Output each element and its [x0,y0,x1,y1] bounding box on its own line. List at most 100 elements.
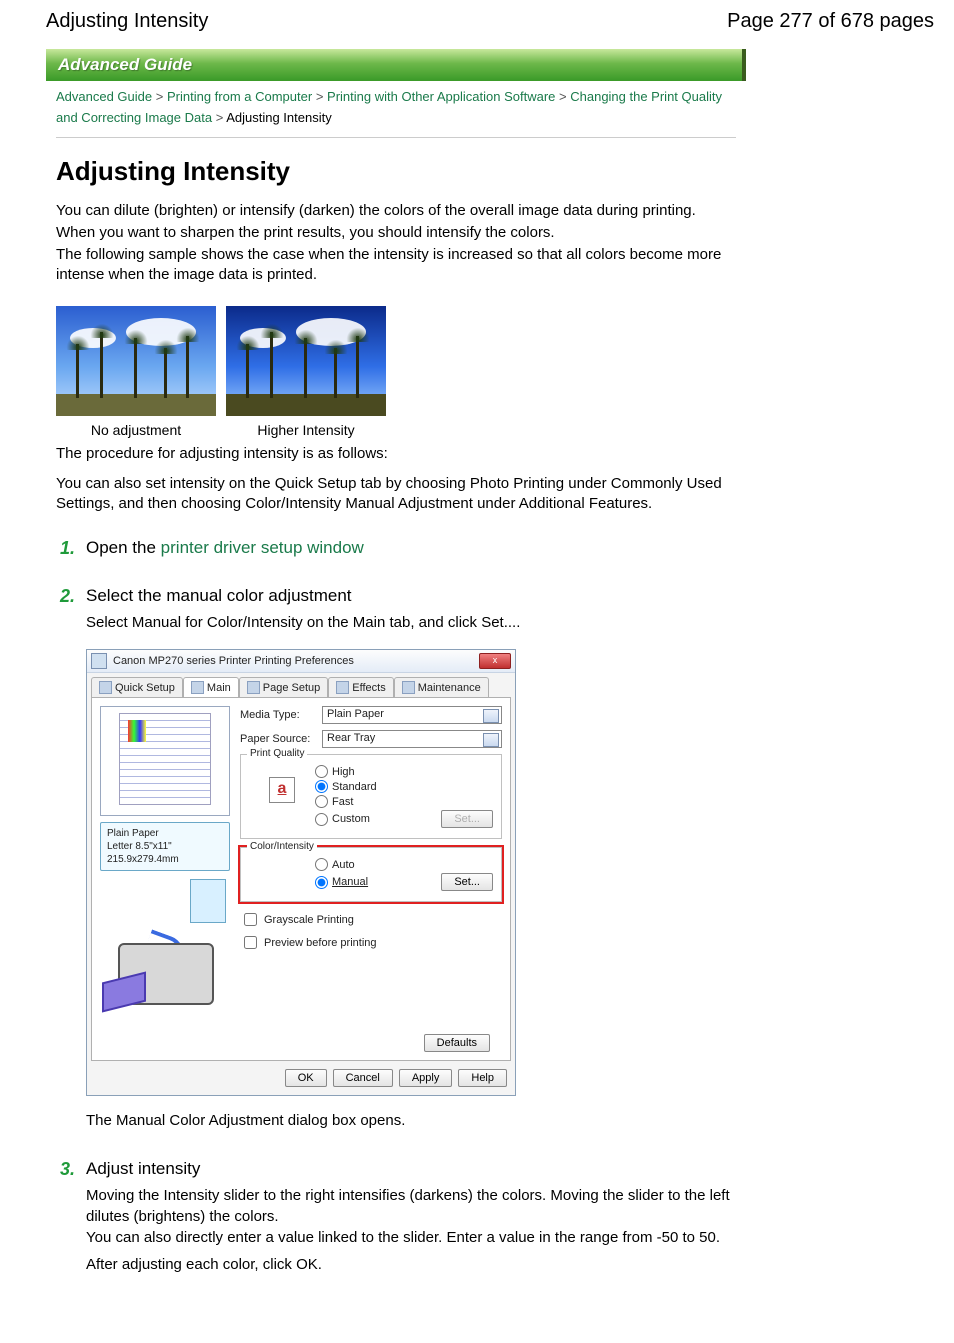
crumb-advanced-guide[interactable]: Advanced Guide [56,89,152,104]
page-title: Adjusting Intensity [56,156,736,187]
intro-p3: The following sample shows the case when… [56,245,736,286]
radio-label: Fast [332,796,353,808]
tab-maintenance[interactable]: Maintenance [394,677,489,697]
sample-images-row: No adjustment Higher Intensity [56,306,736,438]
close-button[interactable]: x [479,653,511,669]
printer-illustration [100,929,230,1019]
crumb-printing-computer[interactable]: Printing from a Computer [167,89,312,104]
divider [56,137,736,138]
paper-source-label: Paper Source: [240,733,316,745]
banner-advanced-guide: Advanced Guide [46,49,746,81]
sample-image-original [56,306,216,416]
quality-standard-radio[interactable] [315,780,328,793]
color-intensity-group: Color/Intensity Auto Manual Set... [240,847,502,902]
combo-value: Rear Tray [327,732,375,744]
dialog-title: Canon MP270 series Printer Printing Pref… [113,655,479,667]
sample-caption-2: Higher Intensity [226,422,386,438]
tab-label: Page Setup [263,682,321,694]
radio-label: Custom [332,813,370,825]
group-title: Print Quality [247,748,307,759]
quality-sample-icon: a [269,777,295,803]
info-size: Letter 8.5"x11" 215.9x279.4mm [107,840,223,866]
radio-label: High [332,766,355,778]
tab-label: Quick Setup [115,682,175,694]
tab-page-setup[interactable]: Page Setup [239,677,329,697]
radio-label: Auto [332,859,355,871]
chevron-down-icon [489,714,495,718]
step-number-3: 3. [60,1159,75,1180]
crumb-sep: > [559,89,567,104]
doc-title: Adjusting Intensity [46,10,208,33]
ok-button[interactable]: OK [285,1069,327,1087]
crumb-current: Adjusting Intensity [226,110,332,125]
main-icon [191,681,204,694]
step2-body: Select Manual for Color/Intensity on the… [86,612,736,633]
preview-checkbox[interactable] [244,936,257,949]
cancel-button[interactable]: Cancel [333,1069,393,1087]
intro-p1: You can dilute (brighten) or intensify (… [56,201,736,221]
step3-head: Adjust intensity [86,1159,736,1179]
crumb-sep: > [316,89,324,104]
tab-label: Effects [352,682,385,694]
step2-head: Select the manual color adjustment [86,586,736,606]
tab-quick-setup[interactable]: Quick Setup [91,677,183,697]
checkbox-label: Preview before printing [264,937,377,949]
tab-main[interactable]: Main [183,677,239,697]
media-type-label: Media Type: [240,709,316,721]
dialog-titlebar: Canon MP270 series Printer Printing Pref… [87,650,515,673]
orientation-icon [190,879,226,923]
quality-custom-radio[interactable] [315,813,328,826]
sample-caption-1: No adjustment [56,422,216,438]
color-manual-radio[interactable] [315,876,328,889]
dialog-footer: OK Cancel Apply Help [87,1061,515,1095]
quality-fast-radio[interactable] [315,795,328,808]
step-number-1: 1. [60,538,75,559]
printer-icon [91,653,107,669]
intro-p2: When you want to sharpen the print resul… [56,223,736,243]
step1-head: Open the printer driver setup window [86,538,736,558]
paper-info-box: Plain Paper Letter 8.5"x11" 215.9x279.4m… [100,822,230,871]
checkbox-label: Grayscale Printing [264,914,354,926]
quick-setup-icon [99,681,112,694]
step3-p2: You can also directly enter a value link… [86,1227,736,1248]
tab-label: Main [207,682,231,694]
quality-set-button[interactable]: Set... [441,810,493,828]
print-quality-group: Print Quality a High Standard Fast Custo… [240,754,502,839]
help-button[interactable]: Help [458,1069,507,1087]
group-title: Color/Intensity [247,841,317,852]
page-counter: Page 277 of 678 pages [727,10,934,33]
quality-high-radio[interactable] [315,765,328,778]
radio-label: Manual [332,876,368,888]
crumb-sep: > [216,110,224,125]
page-preview [100,706,230,816]
sample-image-intense [226,306,386,416]
effects-icon [336,681,349,694]
info-media: Plain Paper [107,827,223,840]
media-type-combo[interactable]: Plain Paper [322,706,502,724]
step-number-2: 2. [60,586,75,607]
step3-p1: Moving the Intensity slider to the right… [86,1185,736,1227]
grayscale-checkbox[interactable] [244,913,257,926]
crumb-sep: > [156,89,164,104]
apply-button[interactable]: Apply [399,1069,453,1087]
color-auto-radio[interactable] [315,858,328,871]
tab-label: Maintenance [418,682,481,694]
maintenance-icon [402,681,415,694]
color-set-button[interactable]: Set... [441,873,493,891]
tab-effects[interactable]: Effects [328,677,393,697]
printing-preferences-dialog: Canon MP270 series Printer Printing Pref… [86,649,516,1096]
radio-label: Standard [332,781,377,793]
step2-after: The Manual Color Adjustment dialog box o… [86,1110,736,1131]
dialog-tabs: Quick Setup Main Page Setup Effects Main… [87,673,515,697]
combo-value: Plain Paper [327,708,384,720]
crumb-other-app[interactable]: Printing with Other Application Software [327,89,555,104]
page-setup-icon [247,681,260,694]
chevron-down-icon [489,738,495,742]
quick-setup-note: You can also set intensity on the Quick … [56,474,736,515]
defaults-button[interactable]: Defaults [424,1034,490,1052]
printer-driver-setup-link[interactable]: printer driver setup window [161,538,364,557]
step3-p3: After adjusting each color, click OK. [86,1254,736,1275]
breadcrumb: Advanced Guide > Printing from a Compute… [46,81,746,137]
step1-pre: Open the [86,538,161,557]
paper-source-combo[interactable]: Rear Tray [322,730,502,748]
